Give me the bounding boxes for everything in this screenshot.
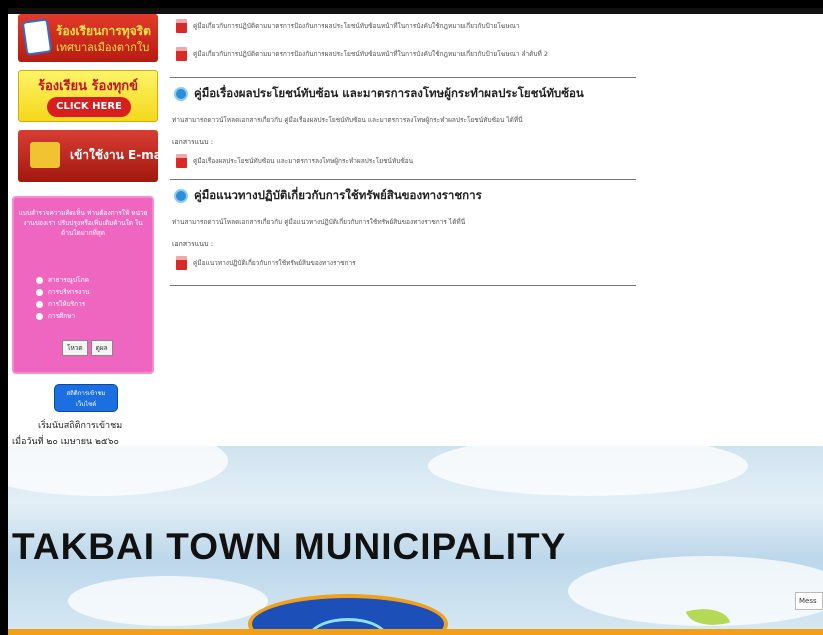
poll-option-label: การให้บริการ <box>48 300 86 308</box>
poll-option[interactable]: การศึกษา <box>36 310 89 322</box>
poll-buttons: โหวต ดูผล <box>62 340 113 356</box>
section-header: คู่มือแนวทางปฏิบัติเกี่ยวกับการใช้ทรัพย์… <box>166 183 636 209</box>
email-login-banner[interactable]: เข้าใช้งาน E-mail <box>18 130 158 182</box>
pdf-icon <box>176 154 187 168</box>
grievance-title: ร้องเรียน ร้องทุกข์ <box>37 79 139 94</box>
poll-option[interactable]: สาธารณูปโภค <box>36 274 89 286</box>
cloud-decoration <box>8 446 228 496</box>
poll-option-label: การศึกษา <box>48 312 76 320</box>
section-divider <box>170 179 636 180</box>
section-divider <box>170 285 636 286</box>
poll-title: แบบสำรวจความคิดเห็น ท่านต้องการให้ หน่วย… <box>18 209 148 237</box>
doc-link[interactable]: คู่มือเกี่ยวกับการปฏิบัติตามมาตรการป้องก… <box>166 16 636 36</box>
attachment-label: เอกสารแนบ : <box>172 138 214 146</box>
poll-option[interactable]: การให้บริการ <box>36 298 89 310</box>
messenger-chat-tab[interactable]: Mess <box>795 592 823 610</box>
section-header: คู่มือเรื่องผลประโยชน์ทับซ้อน และมาตรการ… <box>166 81 636 107</box>
doc-link-text[interactable]: คู่มือแนวทางปฏิบัติเกี่ยวกับการใช้ทรัพย์… <box>193 258 356 268</box>
doc-link-text[interactable]: คู่มือเรื่องผลประโยชน์ทับซ้อน และมาตรการ… <box>193 156 413 166</box>
poll-options: สาธารณูปโภค การบริหารงาน การให้บริการ กา… <box>36 274 89 322</box>
cloud-decoration <box>428 446 748 496</box>
stats-start-text: เริ่มนับสถิติการเข้าชม <box>38 421 123 431</box>
poll-option[interactable]: การบริหารงาน <box>36 286 89 298</box>
pdf-icon <box>176 47 187 61</box>
footer-banner: TAKBAI TOWN MUNICIPALITY <box>8 446 823 635</box>
banner-bottom-line <box>8 629 823 635</box>
cloud-decoration <box>68 576 268 626</box>
doc-link[interactable]: คู่มือเกี่ยวกับการปฏิบัติตามมาตรการป้องก… <box>166 44 636 64</box>
radio-icon[interactable] <box>36 312 43 320</box>
main-content: คู่มือเกี่ยวกับการปฏิบัติตามมาตรการป้องก… <box>166 14 636 446</box>
sidebar: ร้องเรียนการทุจริต เทศบาลเมืองตากใบ ร้อง… <box>8 14 158 447</box>
section-state-property: คู่มือแนวทางปฏิบัติเกี่ยวกับการใช้ทรัพย์… <box>166 183 636 273</box>
browser-viewport: ร้องเรียนการทุจริต เทศบาลเมืองตากใบ ร้อง… <box>8 8 823 635</box>
pdf-icon <box>176 256 187 270</box>
doc-link[interactable]: คู่มือแนวทางปฏิบัติเกี่ยวกับการใช้ทรัพย์… <box>166 253 636 273</box>
site-stats-button[interactable]: สถิติการเข้าชม เว็บไซต์ <box>54 384 118 412</box>
stats-button-line1: สถิติการเข้าชม <box>66 390 106 397</box>
results-button[interactable]: ดูผล <box>90 340 113 356</box>
poll-option-label: การบริหารงาน <box>48 288 90 296</box>
radio-icon[interactable] <box>36 288 43 296</box>
banner-title: TAKBAI TOWN MUNICIPALITY <box>12 526 567 567</box>
section-bullet-icon <box>174 87 188 101</box>
section-conflict-of-interest: คู่มือเรื่องผลประโยชน์ทับซ้อน และมาตรการ… <box>166 81 636 171</box>
section-bullet-icon <box>174 189 188 203</box>
envelope-icon <box>21 18 53 56</box>
section-title[interactable]: คู่มือเรื่องผลประโยชน์ทับซ้อน และมาตรการ… <box>194 85 584 103</box>
poll-option-label: สาธารณูปโภค <box>48 276 90 284</box>
section-description: ท่านสามารถดาวน์โหลดเอกสารเกี่ยวกับ คู่มื… <box>172 218 466 226</box>
section-title[interactable]: คู่มือแนวทางปฏิบัติเกี่ยวกับการใช้ทรัพย์… <box>194 187 482 205</box>
doc-link-text[interactable]: คู่มือเกี่ยวกับการปฏิบัติตามมาตรการป้องก… <box>193 49 548 59</box>
attachment-label: เอกสารแนบ : <box>172 240 214 248</box>
complaint-banner-line2: เทศบาลเมืองตากใบ <box>56 41 150 54</box>
click-here-button[interactable]: CLICK HERE <box>47 97 131 117</box>
radio-icon[interactable] <box>36 300 43 308</box>
email-banner-label: เข้าใช้งาน E-mail <box>70 148 158 162</box>
vote-button[interactable]: โหวต <box>62 340 88 356</box>
poll-box: แบบสำรวจความคิดเห็น ท่านต้องการให้ หน่วย… <box>12 196 154 374</box>
stats-button-line2: เว็บไซต์ <box>75 401 97 408</box>
grievance-banner[interactable]: ร้องเรียน ร้องทุกข์ CLICK HERE <box>18 70 158 122</box>
section-divider <box>170 77 636 78</box>
section-description: ท่านสามารถดาวน์โหลดเอกสารเกี่ยวกับ คู่มื… <box>172 116 523 124</box>
radio-icon[interactable] <box>36 276 43 284</box>
email-icon <box>30 142 60 168</box>
corruption-complaint-banner[interactable]: ร้องเรียนการทุจริต เทศบาลเมืองตากใบ <box>18 14 158 62</box>
doc-link[interactable]: คู่มือเรื่องผลประโยชน์ทับซ้อน และมาตรการ… <box>166 151 636 171</box>
pdf-icon <box>176 19 187 33</box>
doc-link-text[interactable]: คู่มือเกี่ยวกับการปฏิบัติตามมาตรการป้องก… <box>193 21 519 31</box>
